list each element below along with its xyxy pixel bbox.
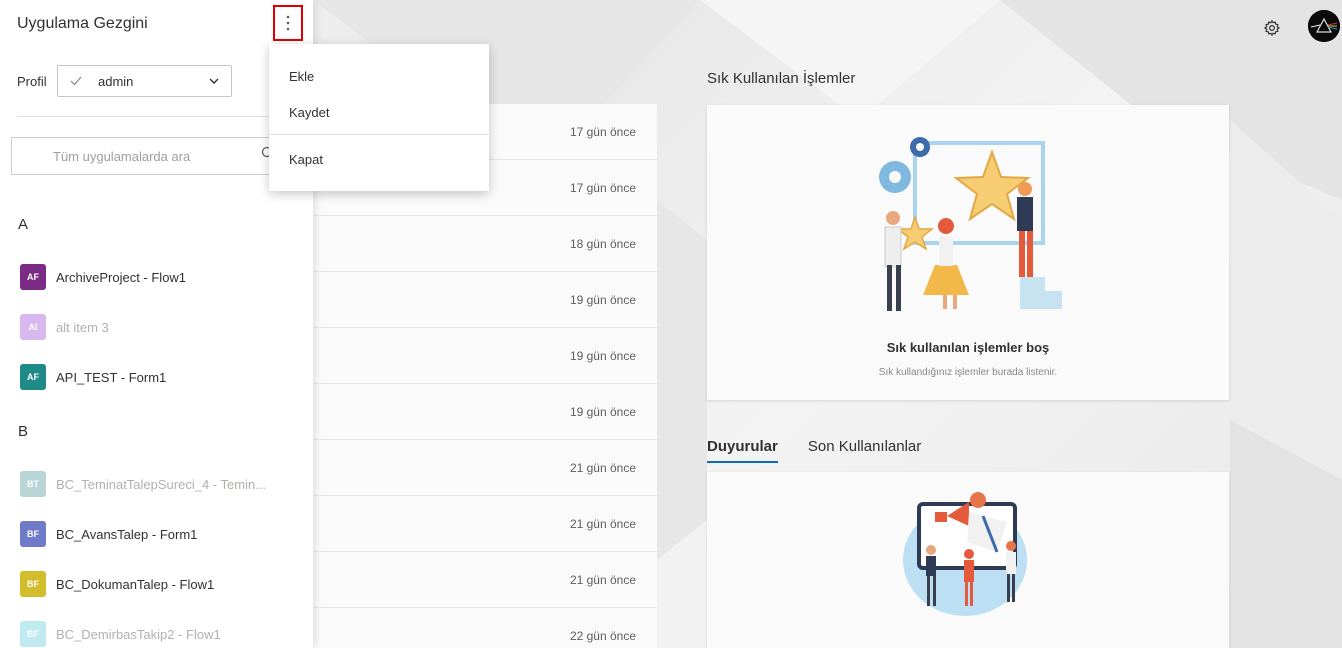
app-name: BC_AvansTalep - Form1 [56, 526, 198, 542]
checkmark-icon [70, 76, 82, 86]
app-item[interactable]: BT BC_TeminatTalepSureci_4 - Temin... [20, 471, 290, 497]
more-options-menu: Ekle Kaydet Kapat [269, 44, 489, 191]
frequent-section-title: Sık Kullanılan İşlemler [707, 70, 856, 87]
menu-item-kaydet[interactable]: Kaydet [269, 95, 489, 129]
app-name: ArchiveProject - Flow1 [56, 269, 187, 285]
profile-dropdown[interactable]: admin [57, 65, 232, 97]
gear-icon [1263, 19, 1281, 37]
app-badge: BF [20, 521, 46, 547]
app-item[interactable]: BF BC_DemirbasTakip2 - Flow1 [20, 621, 290, 647]
recent-time: 17 gün önce [569, 124, 636, 139]
frequent-illustration [879, 137, 1062, 311]
recent-time: 19 gün önce [569, 404, 636, 419]
app-item[interactable]: AF ArchiveProject - Flow1 [20, 264, 290, 290]
recent-row[interactable]: 18 gün önce [313, 216, 657, 272]
panel-title: Uygulama Gezgini [17, 15, 148, 32]
frequent-empty-subtitle: Sık kullandığınız işlemler burada listen… [878, 367, 1058, 378]
recent-row[interactable]: 19 gün önce [313, 328, 657, 384]
app-badge: AF [20, 264, 46, 290]
recent-row[interactable]: 22 gün önce [313, 608, 657, 648]
app-search-box[interactable] [11, 137, 301, 175]
recent-row[interactable]: 21 gün önce [313, 552, 657, 608]
more-options-button[interactable] [273, 5, 303, 41]
tab-duyurular[interactable]: Duyurular [707, 438, 778, 463]
frequent-empty-card: Sık kullanılan işlemler boş Sık kullandı… [707, 105, 1229, 400]
recent-time: 19 gün önce [569, 292, 636, 307]
app-name: BC_TeminatTalepSureci_4 - Temin... [56, 476, 267, 492]
tab-son-kullanilanlar[interactable]: Son Kullanılanlar [808, 438, 921, 463]
group-header-a: A [18, 216, 29, 233]
app-name: BC_DokumanTalep - Flow1 [56, 576, 215, 592]
announcements-illustration [903, 492, 1027, 616]
panel-divider [17, 116, 296, 117]
app-item[interactable]: BF BC_AvansTalep - Form1 [20, 521, 290, 547]
app-search-input[interactable] [53, 148, 253, 164]
app-item[interactable]: AI alt item 3 [20, 314, 290, 340]
feed-tabs: Duyurular Son Kullanılanlar [707, 438, 921, 463]
avatar-image [1308, 10, 1340, 42]
announcements-card [707, 472, 1229, 648]
recent-time: 22 gün önce [569, 628, 636, 643]
menu-divider [269, 134, 489, 135]
menu-item-kapat[interactable]: Kapat [269, 142, 489, 176]
app-name: alt item 3 [56, 319, 109, 335]
app-name: BC_DemirbasTakip2 - Flow1 [56, 626, 221, 642]
recent-time: 21 gün önce [569, 516, 636, 531]
profile-value: admin [98, 73, 134, 89]
recent-row[interactable]: 21 gün önce [313, 496, 657, 552]
app-badge: BF [20, 621, 46, 647]
recent-time: 19 gün önce [569, 348, 636, 363]
user-avatar[interactable] [1308, 10, 1340, 42]
app-badge: BT [20, 471, 46, 497]
menu-item-ekle[interactable]: Ekle [269, 59, 489, 93]
app-navigator-panel: Uygulama Gezgini Profil admin A AF Archi… [0, 0, 313, 648]
recent-row[interactable]: 21 gün önce [313, 440, 657, 496]
recent-time: 21 gün önce [569, 460, 636, 475]
recent-time: 21 gün önce [569, 572, 636, 587]
frequent-empty-title: Sık kullanılan işlemler boş [886, 340, 1050, 355]
chevron-down-icon [209, 78, 219, 84]
app-name: API_TEST - Form1 [56, 369, 167, 385]
settings-button[interactable] [1260, 16, 1284, 40]
app-badge: AF [20, 364, 46, 390]
group-header-b: B [18, 423, 29, 440]
app-item[interactable]: AF API_TEST - Form1 [20, 364, 290, 390]
more-vertical-icon [286, 15, 290, 31]
recent-row[interactable]: 19 gün önce [313, 272, 657, 328]
recent-time: 18 gün önce [569, 236, 636, 251]
app-item[interactable]: BF BC_DokumanTalep - Flow1 [20, 571, 290, 597]
recent-row[interactable]: 19 gün önce [313, 384, 657, 440]
recent-time: 17 gün önce [569, 180, 636, 195]
profile-label: Profil [17, 74, 47, 89]
app-badge: BF [20, 571, 46, 597]
app-badge: AI [20, 314, 46, 340]
